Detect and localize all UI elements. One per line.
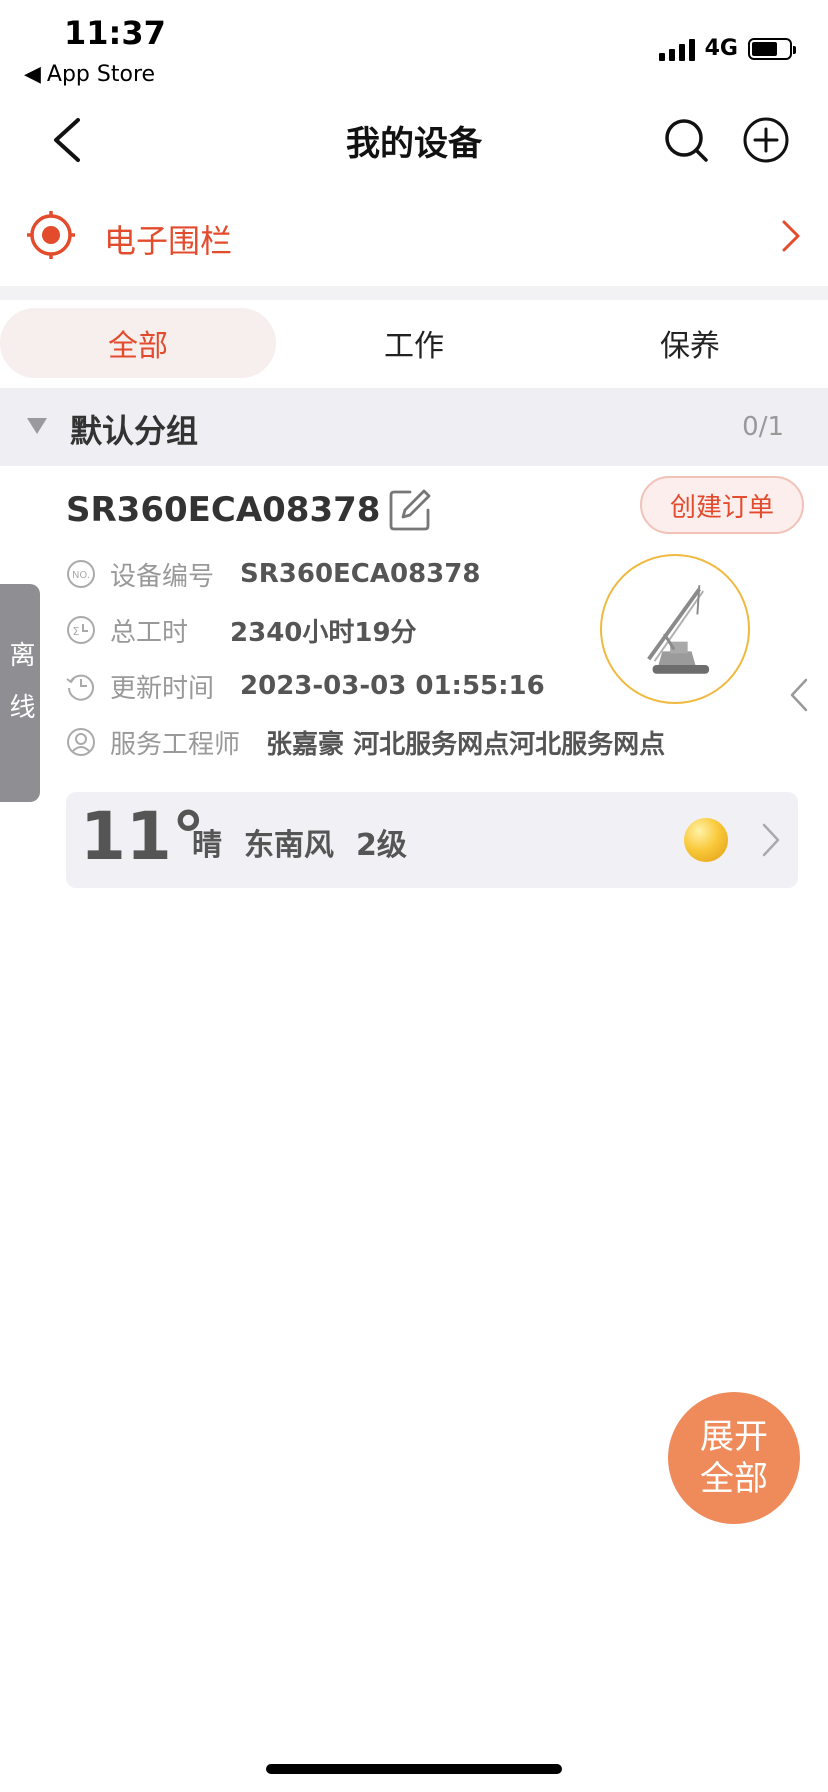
group-title: 默认分组 [70,412,199,450]
group-header[interactable]: 默认分组 0/1 [0,388,828,466]
caret-down-icon [27,418,47,434]
drilling-rig-icon [647,585,710,674]
weather-description: 晴 东南风 2级 [192,820,407,864]
plus-circle-icon [743,117,789,163]
history-icon [66,674,94,701]
total-hours-label: 总工时 [110,617,189,648]
tab-all[interactable]: 全部 [0,308,276,378]
svg-text:Σ: Σ [73,625,80,638]
device-id-title: SR360ECA08378 [66,490,381,530]
weather-temperature: 11° [80,798,205,875]
search-icon [665,119,708,162]
chevron-right-icon [762,823,780,857]
side-panel-toggle[interactable] [788,676,810,714]
offline-status-text: 离线 [5,641,35,745]
expand-all-button[interactable]: 展开 全部 [668,1392,800,1524]
tab-working[interactable]: 工作 [276,308,552,378]
engineer-value: 张嘉豪 河北服务网点河北服务网点 [266,729,666,760]
update-time-value: 2023-03-03 01:55:16 [240,671,545,701]
add-device-button[interactable] [742,116,790,164]
home-indicator[interactable] [266,1764,562,1774]
back-to-app-store[interactable]: ◀ App Store [24,62,155,87]
chevron-left-icon [790,678,808,712]
engineer-label: 服务工程师 [110,729,241,760]
timer-icon: Σ [67,616,95,644]
total-hours-row: Σ 总工时 2340小时19分 [66,608,417,652]
total-hours-value: 2340小时19分 [230,617,417,648]
expand-all-line2: 全部 [700,1459,768,1499]
device-number-value: SR360ECA08378 [240,559,481,589]
tab-maintenance[interactable]: 保养 [552,308,828,378]
fence-label: 电子围栏 [104,222,233,260]
filter-tabs: 全部 工作 保养 [0,308,828,378]
device-number-label: 设备编号 [110,561,215,592]
status-indicators: 4G [658,36,796,61]
weather-bar[interactable]: 11° 晴 东南风 2级 [66,792,798,888]
group-count: 0/1 [742,412,784,442]
engineer-row: 服务工程师 张嘉豪 河北服务网点河北服务网点 [66,720,665,764]
machine-image[interactable] [600,554,750,704]
target-location-icon [27,211,75,259]
edit-icon [389,489,431,531]
signal-icon [658,37,695,61]
update-time-label: 更新时间 [110,673,215,704]
back-app-label: App Store [46,62,156,87]
status-time: 11:37 [64,14,166,52]
back-triangle-icon: ◀ [24,62,41,87]
weather-condition: 晴 [192,828,222,863]
update-time-row: 更新时间 2023-03-03 01:55:16 [66,664,545,708]
chevron-right-icon [782,220,800,252]
number-icon: NO. [67,560,95,588]
weather-wind-level: 2级 [356,828,407,863]
sun-icon [684,818,728,862]
expand-all-line1: 展开 [700,1417,768,1457]
create-order-button[interactable]: 创建订单 [640,476,804,534]
device-number-row: NO. 设备编号 SR360ECA08378 [66,552,480,596]
offline-status-badge: 离线 [0,584,40,802]
search-button[interactable] [662,116,710,164]
electronic-fence-row[interactable]: 电子围栏 [0,200,828,286]
weather-wind: 东南风 [244,828,334,863]
network-type: 4G [704,36,738,61]
edit-button[interactable] [388,488,432,532]
person-icon [67,728,95,756]
svg-text:NO.: NO. [72,570,90,581]
section-divider [0,286,828,300]
battery-icon [748,37,796,60]
